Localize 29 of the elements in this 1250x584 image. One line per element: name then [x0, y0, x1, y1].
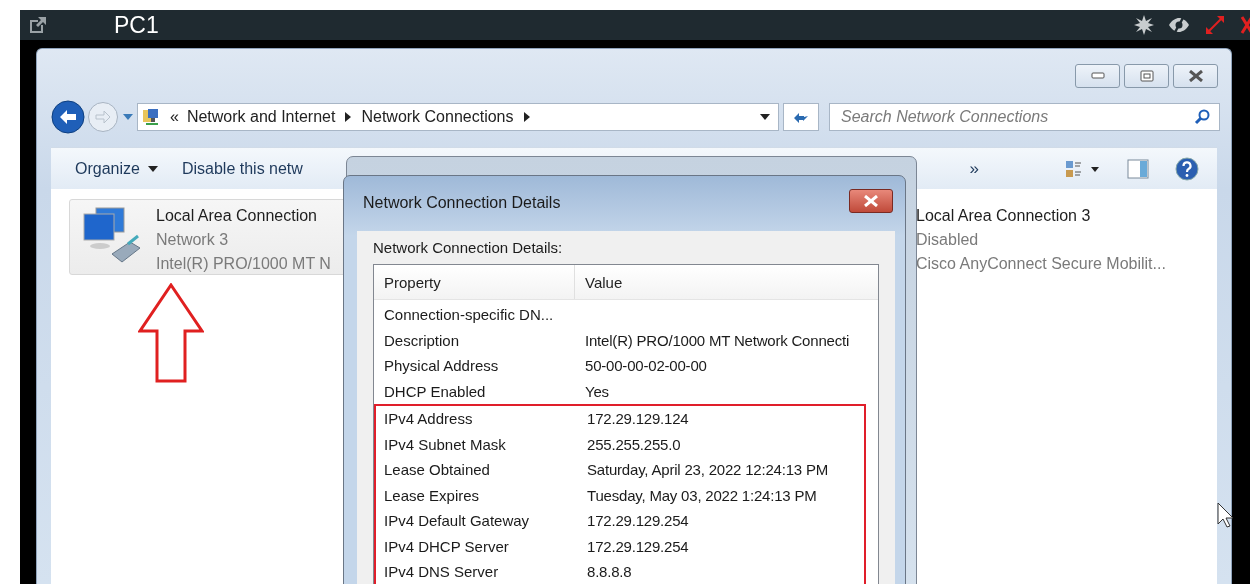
property-cell-text: IPv4 DNS Server: [383, 563, 500, 581]
value-cell-text: 8.8.8.8: [586, 563, 633, 581]
property-cell-text: Lease Expires: [383, 486, 481, 504]
property-cell-text: IPv4 Subnet Mask: [383, 435, 507, 453]
property-cell-text: IPv4 Address: [383, 410, 474, 428]
value-cell-text: 172.29.129.124: [586, 410, 690, 428]
property-cell-text: Description: [383, 331, 461, 349]
connection-name: Local Area Connection 3: [916, 206, 1092, 226]
property-cell-text: IPv4 DHCP Server: [383, 537, 510, 555]
property-cell-text: Connection-specific DN...: [383, 306, 555, 324]
property-cell-text: IPv4 Default Gateway: [383, 512, 531, 530]
value-cell-text: Intel(R) PRO/1000 MT Network Connecti: [584, 331, 851, 349]
adapter-name: Intel(R) PRO/1000 MT N: [156, 254, 331, 274]
value-cell-text: 172.29.129.254: [586, 537, 690, 555]
adapter-name: Cisco AnyConnect Secure Mobilit...: [916, 254, 1166, 274]
value-cell-text: Yes: [584, 382, 610, 400]
value-cell-text: 172.29.129.254: [586, 512, 690, 530]
value-cell-text: 50-00-00-02-00-00: [584, 357, 708, 375]
property-cell-text: DHCP Enabled: [383, 382, 487, 400]
value-cell-text: Tuesday, May 03, 2022 1:24:13 PM: [586, 486, 818, 504]
connection-status: Network 3: [156, 230, 230, 250]
connection-status: Disabled: [916, 230, 980, 250]
device-title: PC1: [114, 11, 159, 39]
property-cell-text: Lease Obtained: [383, 461, 491, 479]
connection-name: Local Area Connection: [156, 206, 318, 226]
property-cell-text: Physical Address: [383, 357, 500, 375]
list-label: Network Connection Details:: [373, 239, 564, 256]
value-cell-text: 255.255.255.0: [586, 435, 682, 453]
value-cell-text: Saturday, April 23, 2022 12:24:13 PM: [586, 461, 830, 479]
